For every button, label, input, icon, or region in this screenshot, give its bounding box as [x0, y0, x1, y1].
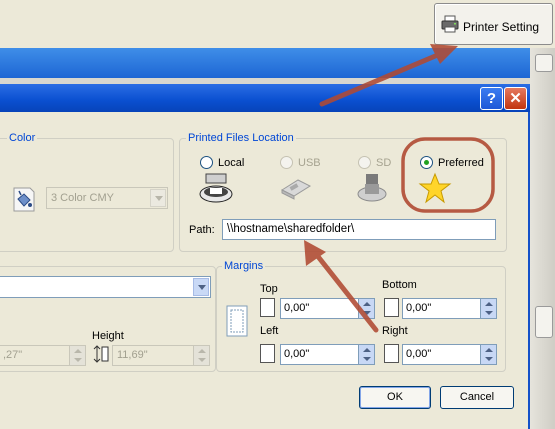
- location-group-title: Printed Files Location: [186, 132, 296, 144]
- margin-right-icon: [384, 344, 399, 363]
- left-margin-input[interactable]: 0,00": [280, 344, 375, 365]
- right-label: Right: [382, 325, 408, 337]
- height-value: 11,69": [117, 349, 148, 361]
- ok-button[interactable]: OK: [359, 386, 431, 409]
- sd-card-icon: [357, 174, 387, 202]
- radio-usb[interactable]: [280, 156, 293, 169]
- left-label: Left: [260, 325, 279, 337]
- height-spinner[interactable]: [193, 346, 209, 365]
- radio-local-label: Local: [218, 157, 245, 169]
- page-icon: [226, 305, 248, 337]
- height-label: Height: [92, 330, 124, 342]
- bottom-label: Bottom: [382, 279, 417, 291]
- printer-icon: [441, 15, 459, 33]
- usb-drive-icon: [280, 179, 312, 200]
- bottom-margin-spinner[interactable]: [480, 299, 496, 318]
- app-header-band: [0, 48, 555, 78]
- margin-top-icon: [260, 298, 275, 317]
- printer-setting-label: Printer Setting: [463, 20, 540, 34]
- scroll-thumb[interactable]: [535, 306, 553, 338]
- bottom-margin-value: 0,00": [406, 302, 432, 314]
- paper-size-select[interactable]: [0, 276, 211, 298]
- bottom-margin-input[interactable]: 0,00": [402, 298, 497, 319]
- path-input[interactable]: \\hostname\sharedfolder\: [222, 219, 496, 240]
- local-drive-icon: [199, 173, 233, 203]
- scroll-up-button[interactable]: [535, 54, 553, 72]
- right-margin-spinner[interactable]: [480, 345, 496, 364]
- close-button[interactable]: ✕: [504, 87, 527, 110]
- chevron-down-icon[interactable]: [193, 278, 209, 296]
- color-select[interactable]: 3 Color CMY: [46, 187, 168, 209]
- help-button[interactable]: ?: [480, 87, 503, 110]
- width-spinner[interactable]: [69, 346, 85, 365]
- dialog-titlebar: [0, 84, 530, 112]
- right-margin-value: 0,00": [406, 348, 432, 360]
- radio-local[interactable]: [200, 156, 213, 169]
- margin-bottom-icon: [384, 298, 399, 317]
- path-label: Path:: [189, 224, 215, 236]
- radio-usb-label: USB: [298, 157, 321, 169]
- right-margin-input[interactable]: 0,00": [402, 344, 497, 365]
- cancel-button[interactable]: Cancel: [440, 386, 514, 409]
- color-select-value: 3 Color CMY: [51, 192, 114, 204]
- top-margin-spinner[interactable]: [358, 299, 374, 318]
- left-margin-spinner[interactable]: [358, 345, 374, 364]
- margins-group-title: Margins: [222, 260, 266, 272]
- width-value: ,27": [3, 349, 23, 361]
- chevron-down-icon[interactable]: [150, 189, 166, 207]
- margin-left-icon: [260, 344, 275, 363]
- paint-bucket-icon: [13, 187, 35, 212]
- top-label: Top: [260, 283, 278, 295]
- height-input[interactable]: 11,69": [112, 345, 210, 366]
- top-margin-input[interactable]: 0,00": [280, 298, 375, 319]
- radio-sd[interactable]: [358, 156, 371, 169]
- printer-setting-button[interactable]: Printer Setting: [434, 3, 553, 45]
- app-scrollbar[interactable]: [530, 48, 555, 429]
- height-icon: [93, 345, 109, 363]
- width-input[interactable]: ,27": [0, 345, 86, 366]
- top-margin-value: 0,00": [284, 302, 310, 314]
- path-value: \\hostname\sharedfolder\: [227, 223, 355, 235]
- left-margin-value: 0,00": [284, 348, 310, 360]
- highlight-oval: [401, 137, 495, 213]
- color-group-title: Color: [7, 132, 38, 144]
- radio-sd-label: SD: [376, 157, 392, 169]
